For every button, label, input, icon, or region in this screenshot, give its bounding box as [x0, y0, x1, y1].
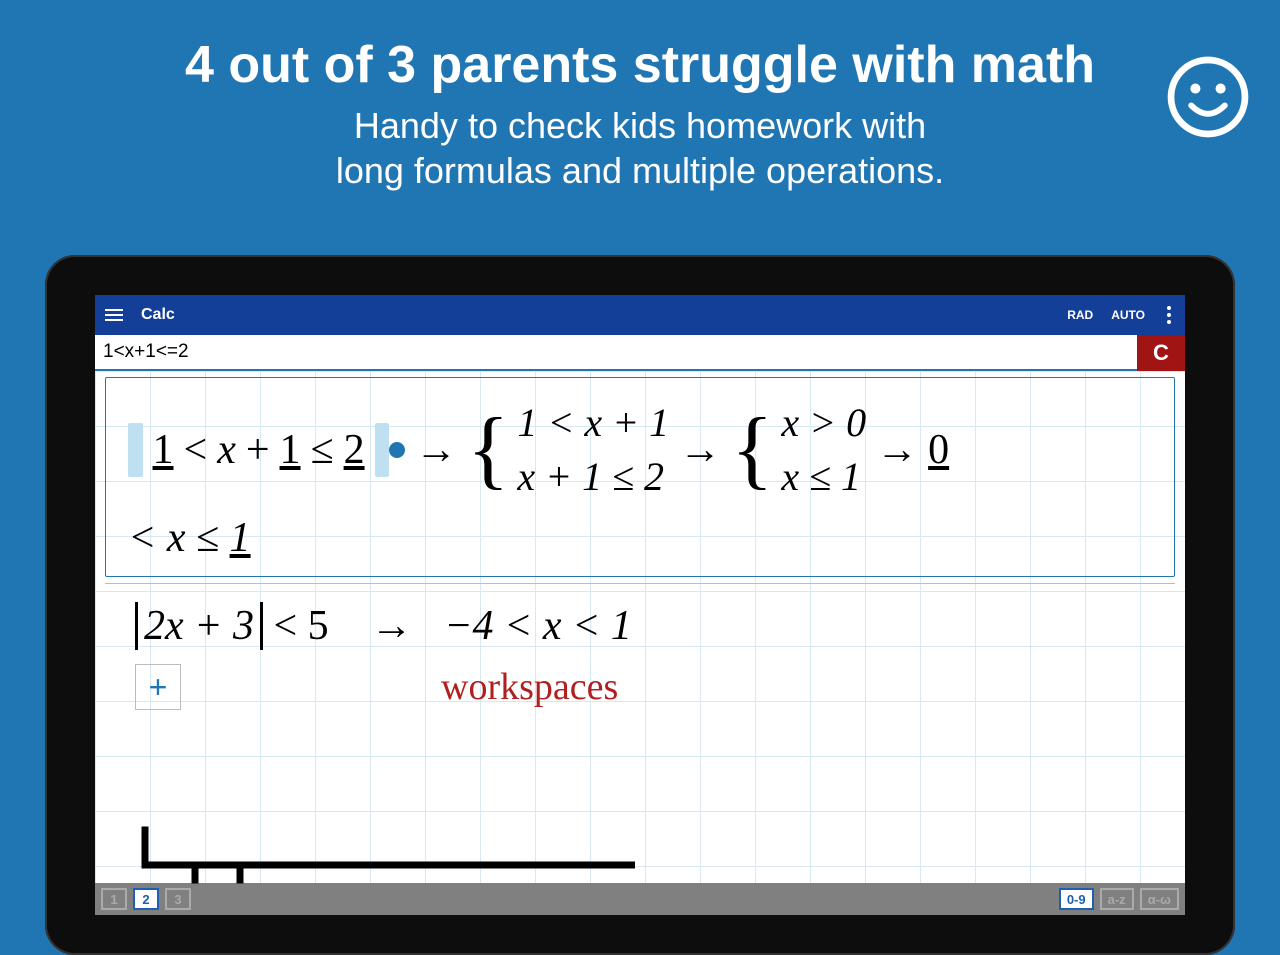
solution-row-2[interactable]: 2x + 3 < 5 → −4 < x < 1	[105, 583, 1175, 658]
sys1-line1: 1 < x + 1	[517, 396, 669, 450]
workspace-tab-1[interactable]: 1	[101, 888, 127, 910]
pretty-1b: 1	[280, 423, 301, 478]
expression-input-row: C	[95, 335, 1185, 371]
tablet-frame: Calc RAD AUTO C 1 < x + 1 ≤ 2	[45, 255, 1235, 955]
arrow-icon: →	[371, 603, 413, 649]
sel-handle-left-icon[interactable]	[128, 423, 143, 478]
final-zero: 0	[928, 423, 949, 478]
pretty-x: x	[217, 423, 236, 478]
app-bar: Calc RAD AUTO	[95, 295, 1185, 335]
arrow-icon: →	[876, 423, 918, 478]
final-tail: < < x ≤ 1x ≤ 1	[128, 515, 251, 561]
workspaces-callout-arrow-icon	[135, 825, 635, 885]
workspace-tab-2[interactable]: 2	[133, 888, 159, 910]
pretty-lt: <	[184, 423, 208, 478]
app-screen: Calc RAD AUTO C 1 < x + 1 ≤ 2	[95, 295, 1185, 915]
expression-input[interactable]	[95, 335, 1137, 371]
workspaces-annotation: workspaces	[441, 665, 618, 709]
menu-icon[interactable]	[105, 309, 123, 321]
solution-row-1[interactable]: 1 < x + 1 ≤ 2 → { 1 < x + 1 x + 1 ≤ 2	[105, 377, 1175, 577]
smiley-icon	[1166, 55, 1250, 144]
auto-mode-button[interactable]: AUTO	[1111, 308, 1145, 322]
sys2-line1: x > 0	[781, 396, 866, 450]
pretty-1: 1	[153, 423, 174, 478]
promo-sub2: long formulas and multiple operations.	[0, 148, 1280, 193]
sys2-line2: x ≤ 1	[781, 450, 866, 504]
abs-expression: 2x + 3	[135, 602, 263, 650]
clear-button[interactable]: C	[1137, 335, 1185, 371]
brace-icon: {	[731, 410, 773, 489]
drag-handle-icon[interactable]	[389, 442, 405, 458]
row2-result: −4 < x < 1	[444, 603, 632, 649]
arrow-icon: →	[679, 423, 721, 478]
workspace-area[interactable]: 1 < x + 1 ≤ 2 → { 1 < x + 1 x + 1 ≤ 2	[95, 371, 1185, 883]
bottom-tab-bar: 1 2 3 0-9 a-z α-ω	[95, 883, 1185, 915]
pretty-le: ≤	[311, 423, 334, 478]
angle-mode-button[interactable]: RAD	[1067, 308, 1093, 322]
rel: < 5	[273, 603, 328, 649]
sel-handle-right-icon[interactable]	[375, 423, 390, 478]
app-title: Calc	[141, 306, 175, 324]
promo-headline: 4 out of 3 parents struggle with math	[0, 35, 1280, 95]
promo-header: 4 out of 3 parents struggle with math Ha…	[0, 0, 1280, 193]
pretty-plus: +	[246, 423, 270, 478]
promo-sub1: Handy to check kids homework with	[0, 103, 1280, 148]
keyboard-tab-numeric[interactable]: 0-9	[1059, 888, 1094, 910]
add-expression-button[interactable]: +	[135, 664, 181, 710]
arrow-icon: →	[415, 423, 457, 478]
overflow-menu-icon[interactable]	[1163, 306, 1175, 324]
keyboard-tab-greek[interactable]: α-ω	[1140, 888, 1179, 910]
keyboard-tab-latin[interactable]: a-z	[1100, 888, 1134, 910]
pretty-2: 2	[344, 423, 365, 478]
sys1-line2: x + 1 ≤ 2	[517, 450, 669, 504]
brace-icon: {	[467, 410, 509, 489]
workspace-tab-3[interactable]: 3	[165, 888, 191, 910]
